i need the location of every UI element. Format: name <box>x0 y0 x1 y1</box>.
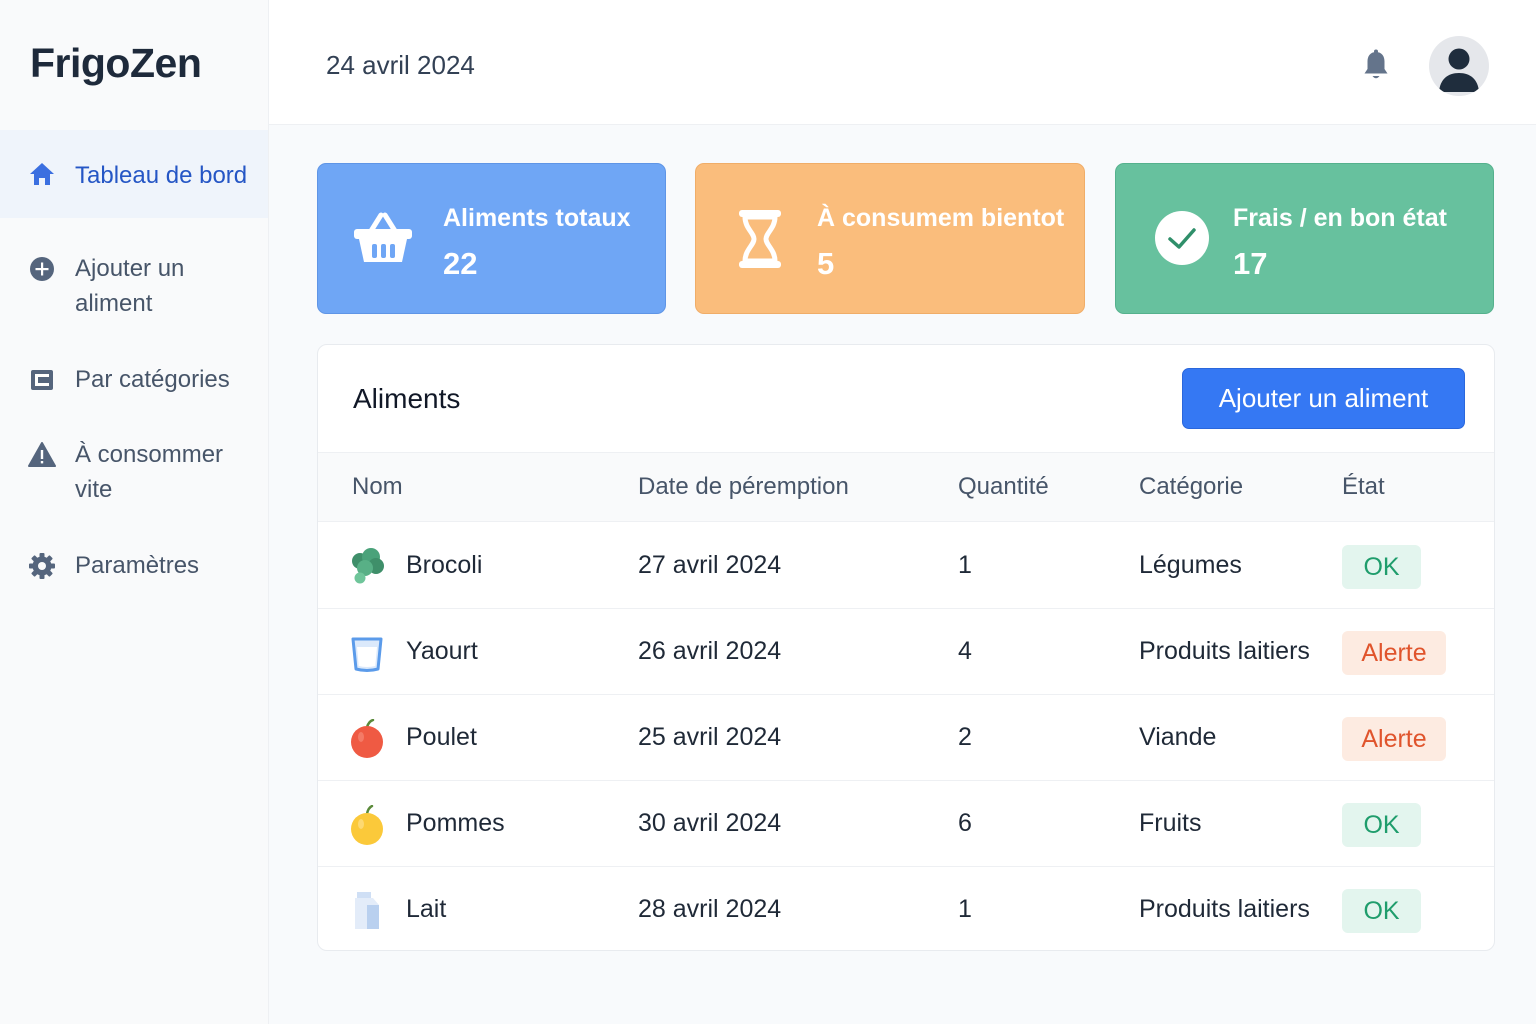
current-date: 24 avril 2024 <box>326 50 475 80</box>
food-name: Poulet <box>406 723 477 751</box>
status-badge: Alerte <box>1342 717 1446 761</box>
food-quantity: 1 <box>958 551 972 579</box>
table-row[interactable]: Yaourt 26 avril 2024 4 Produits laitiers… <box>318 609 1494 695</box>
basket-icon <box>354 212 412 262</box>
food-expiry: 30 avril 2024 <box>638 809 782 837</box>
status-badge: OK <box>1342 889 1421 933</box>
broccoli-icon <box>352 548 384 584</box>
yellow-apple-icon <box>351 805 383 845</box>
app-logo: FrigoZen <box>30 40 202 86</box>
sidebar-item-label: Ajouter un aliment <box>75 255 185 317</box>
yogurt-icon <box>351 637 383 672</box>
column-header-expiry[interactable]: Date de péremption <box>638 473 849 501</box>
sidebar-item-label: Paramètres <box>75 552 200 579</box>
add-food-button[interactable]: Ajouter un aliment <box>1182 368 1465 429</box>
food-expiry: 28 avril 2024 <box>638 895 782 923</box>
warning-icon <box>28 442 56 467</box>
food-name: Brocoli <box>406 551 483 579</box>
table-row[interactable]: Pommes 30 avril 2024 6 Fruits OK <box>318 781 1494 867</box>
home-icon <box>30 163 54 185</box>
sidebar-item-settings[interactable]: Paramètres <box>0 548 268 588</box>
stat-value: 22 <box>443 246 478 281</box>
user-avatar[interactable] <box>1429 36 1489 96</box>
column-header-category[interactable]: Catégorie <box>1139 473 1243 501</box>
stat-title: Aliments totaux <box>443 204 631 232</box>
table-row[interactable]: Poulet 25 avril 2024 2 Viande Alerte <box>318 695 1494 781</box>
food-expiry: 27 avril 2024 <box>638 551 782 579</box>
sidebar: FrigoZen Tableau de bord Ajouter un alim… <box>0 0 269 1024</box>
stat-value: 17 <box>1233 246 1268 281</box>
table-header: Nom Date de péremption Quantité Catégori… <box>318 452 1494 522</box>
stat-value: 5 <box>817 246 835 281</box>
food-category: Viande <box>1139 723 1217 751</box>
food-name: Lait <box>406 895 447 923</box>
status-badge: OK <box>1342 545 1421 589</box>
panel-title: Aliments <box>353 383 461 414</box>
column-header-quantity[interactable]: Quantité <box>958 473 1049 501</box>
food-category: Légumes <box>1139 551 1242 579</box>
stat-title: À consumem bientot <box>817 204 1065 232</box>
stat-card-soon[interactable]: À consumem bientot 5 <box>695 163 1085 314</box>
status-badge: Alerte <box>1342 631 1446 675</box>
food-quantity: 2 <box>958 723 972 751</box>
user-avatar-icon <box>1439 48 1479 92</box>
stat-title: Frais / en bon état <box>1233 204 1447 232</box>
status-badge: OK <box>1342 803 1421 847</box>
food-name: Yaourt <box>406 637 478 665</box>
column-header-status[interactable]: État <box>1342 473 1385 501</box>
hourglass-icon <box>739 210 781 268</box>
food-category: Fruits <box>1139 809 1202 837</box>
sidebar-item-categories[interactable]: Par catégories <box>0 362 268 402</box>
sidebar-item-consume-soon[interactable]: À consommer vite <box>0 437 268 517</box>
bell-icon[interactable] <box>1361 48 1391 84</box>
stat-card-fresh[interactable]: Frais / en bon état 17 <box>1115 163 1494 314</box>
check-circle-icon <box>1155 211 1209 265</box>
food-quantity: 1 <box>958 895 972 923</box>
top-header: 24 avril 2024 <box>269 0 1536 125</box>
sidebar-item-label: Tableau de bord <box>75 162 248 189</box>
milk-carton-icon <box>355 892 379 929</box>
sidebar-item-label: À consommer vite <box>75 441 224 503</box>
food-expiry: 25 avril 2024 <box>638 723 782 751</box>
food-name: Pommes <box>406 809 505 837</box>
sidebar-item-label: Par catégories <box>75 366 230 393</box>
sidebar-item-add-food[interactable]: Ajouter un aliment <box>0 250 268 330</box>
table-row[interactable]: Lait 28 avril 2024 1 Produits laitiers O… <box>318 867 1494 950</box>
food-expiry: 26 avril 2024 <box>638 637 782 665</box>
plus-circle-icon <box>30 257 54 281</box>
food-category: Produits laitiers <box>1139 637 1310 665</box>
food-quantity: 4 <box>958 637 972 665</box>
column-header-name[interactable]: Nom <box>352 473 403 501</box>
category-icon <box>31 370 53 390</box>
gear-icon <box>29 553 55 579</box>
table-row[interactable]: Brocoli 27 avril 2024 1 Légumes OK <box>318 523 1494 609</box>
stat-card-total[interactable]: Aliments totaux 22 <box>317 163 666 314</box>
foods-panel: Aliments Ajouter un aliment Nom Date de … <box>317 344 1495 951</box>
food-quantity: 6 <box>958 809 972 837</box>
sidebar-item-dashboard[interactable]: Tableau de bord <box>0 130 268 218</box>
food-category: Produits laitiers <box>1139 895 1310 923</box>
red-apple-icon <box>351 719 383 758</box>
